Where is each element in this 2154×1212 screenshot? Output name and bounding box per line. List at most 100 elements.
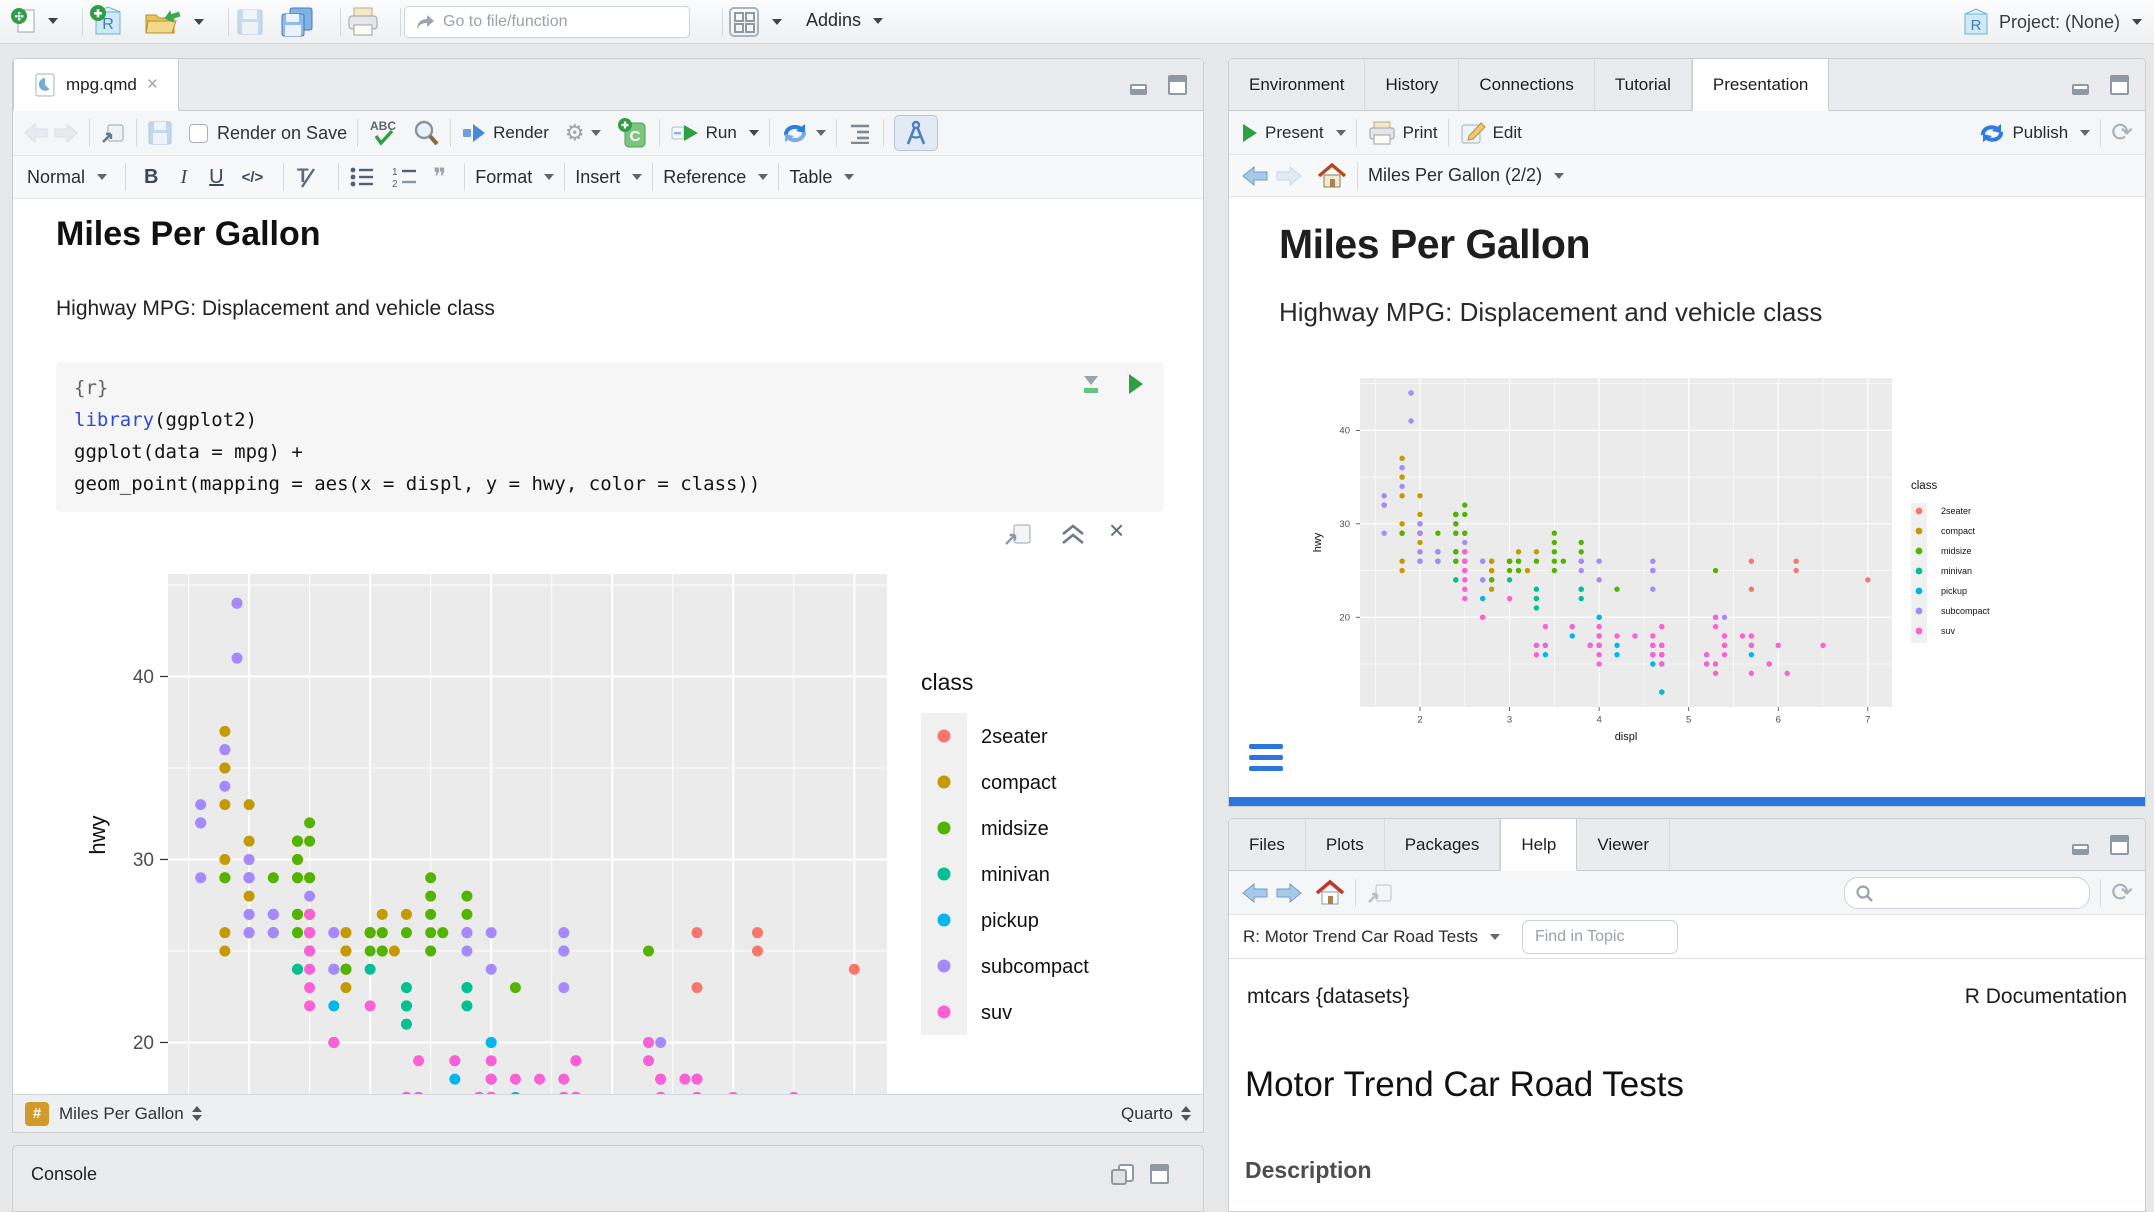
console-minimize-icon[interactable] [1109, 1162, 1135, 1186]
help-refresh-icon[interactable]: ⟳ [2111, 877, 2133, 908]
popout-icon[interactable] [100, 121, 126, 145]
publish-caret[interactable] [2080, 130, 2090, 136]
chunk-output-close-icon[interactable]: × [1109, 515, 1124, 546]
forward-icon[interactable] [53, 122, 79, 144]
italic-button[interactable]: I [180, 166, 187, 189]
goto-file-input[interactable] [443, 13, 673, 31]
slide-forward-icon[interactable] [1275, 164, 1303, 188]
tab-close-icon[interactable]: × [147, 74, 158, 96]
run-caret[interactable] [749, 130, 759, 136]
chunk-code[interactable]: library(ggplot2)ggplot(data = mpg) + geo… [74, 404, 1146, 500]
new-file-caret[interactable] [48, 18, 58, 24]
help-content[interactable]: mtcars {datasets} R Documentation Motor … [1229, 959, 2146, 1212]
publish-button[interactable]: Publish [1978, 121, 2090, 145]
help-search-input[interactable] [1879, 884, 2079, 902]
present-caret[interactable] [1336, 130, 1346, 136]
bold-button[interactable]: B [144, 166, 158, 189]
new-project-button[interactable]: R [88, 4, 128, 40]
visual-editor-toggle[interactable] [894, 115, 938, 151]
code-chunk[interactable]: {r} library(ggplot2)ggplot(data = mpg) +… [56, 362, 1164, 512]
new-file-button[interactable] [10, 6, 58, 36]
run-chunks-above-icon[interactable] [1080, 374, 1102, 396]
minimize-pane-icon[interactable] [2071, 75, 2095, 95]
table-menu[interactable]: Table [789, 167, 854, 188]
help-back-icon[interactable] [1241, 881, 1269, 905]
help-topic-menu[interactable]: R: Motor Trend Car Road Tests [1243, 927, 1500, 947]
tab-presentation[interactable]: Presentation [1692, 59, 1829, 111]
paragraph-style-menu[interactable]: Normal [27, 167, 107, 188]
minimize-pane-icon[interactable] [1129, 75, 1153, 95]
slide-back-icon[interactable] [1241, 164, 1269, 188]
render-on-save-checkbox[interactable] [189, 124, 208, 143]
insert-chunk-icon[interactable]: C [617, 117, 649, 149]
presentation-progress-bar[interactable] [1229, 797, 2145, 806]
chunk-output-collapse-icon[interactable] [1059, 523, 1087, 547]
tab-viewer[interactable]: Viewer [1577, 819, 1670, 870]
panes-layout-button[interactable] [728, 6, 782, 38]
save-all-button[interactable] [280, 6, 314, 38]
addins-menu[interactable]: Addins [806, 10, 883, 31]
statusbar-mode[interactable]: Quarto [1121, 1104, 1173, 1124]
project-menu[interactable]: R Project: (None) [1959, 5, 2142, 39]
tab-connections[interactable]: Connections [1459, 59, 1595, 110]
run-button[interactable]: Run [670, 122, 759, 144]
blockquote-button[interactable]: ❞ [433, 163, 446, 192]
back-icon[interactable] [23, 122, 49, 144]
panes-layout-caret[interactable] [772, 19, 782, 25]
console-maximize-icon[interactable] [1149, 1163, 1171, 1185]
maximize-pane-icon[interactable] [1167, 74, 1189, 96]
format-menu[interactable]: Format [475, 167, 554, 188]
help-home-icon[interactable] [1315, 879, 1345, 907]
help-search-box[interactable] [1844, 877, 2090, 909]
slide-home-icon[interactable] [1317, 162, 1347, 190]
render-settings-caret[interactable] [591, 130, 601, 136]
minimize-pane-icon[interactable] [2071, 835, 2095, 855]
code-format-button[interactable]: </> [242, 169, 264, 186]
bullet-list-icon[interactable] [349, 166, 375, 188]
find-in-topic-input[interactable] [1535, 928, 1665, 946]
console-title[interactable]: Console [31, 1164, 97, 1185]
outline-icon[interactable] [847, 122, 873, 144]
maximize-pane-icon[interactable] [2109, 74, 2131, 96]
find-replace-icon[interactable] [412, 119, 440, 147]
document-canvas[interactable]: Miles Per Gallon Highway MPG: Displaceme… [13, 199, 1204, 1096]
run-chunk-icon[interactable] [1126, 372, 1146, 396]
maximize-pane-icon[interactable] [2109, 834, 2131, 856]
help-popout-icon[interactable] [1366, 881, 1394, 905]
tab-plots[interactable]: Plots [1306, 819, 1385, 870]
tab-mpg-qmd[interactable]: mpg.qmd × [13, 59, 179, 111]
slide-location-menu[interactable]: Miles Per Gallon (2/2) [1368, 165, 1564, 186]
save-icon[interactable] [147, 120, 173, 146]
present-button[interactable]: Present [1241, 122, 1346, 144]
render-settings-gear-icon[interactable]: ⚙ [565, 120, 585, 146]
spellcheck-icon[interactable]: ABC [368, 118, 400, 148]
open-file-button[interactable] [142, 7, 204, 37]
print-presentation-button[interactable]: Print [1367, 120, 1438, 146]
statusbar-outline-item[interactable]: Miles Per Gallon [59, 1104, 184, 1124]
render-button[interactable]: Render [461, 122, 549, 144]
clear-formatting-icon[interactable]: T [294, 165, 320, 189]
tab-environment[interactable]: Environment [1229, 59, 1365, 110]
presentation-refresh-icon[interactable]: ⟳ [2111, 117, 2133, 148]
slide-menu-hamburger-icon[interactable] [1249, 744, 1283, 777]
tab-packages[interactable]: Packages [1385, 819, 1501, 870]
rerun-caret[interactable] [816, 130, 826, 136]
tab-history[interactable]: History [1365, 59, 1459, 110]
edit-presentation-button[interactable]: Edit [1459, 120, 1522, 146]
find-in-topic-box[interactable] [1522, 920, 1678, 954]
tab-tutorial[interactable]: Tutorial [1595, 59, 1692, 110]
insert-menu[interactable]: Insert [575, 167, 642, 188]
goto-file-box[interactable] [404, 6, 690, 38]
tab-files[interactable]: Files [1229, 819, 1306, 870]
chunk-output-popout-icon[interactable] [1003, 521, 1033, 547]
presentation-viewport[interactable]: Miles Per Gallon Highway MPG: Displaceme… [1229, 197, 2146, 799]
numbered-list-icon[interactable]: 12 [391, 165, 419, 189]
print-button[interactable] [346, 6, 380, 38]
mode-updown-icon[interactable] [1181, 1106, 1191, 1121]
underline-button[interactable]: U [209, 166, 223, 189]
rerun-icon[interactable] [780, 120, 810, 146]
help-forward-icon[interactable] [1275, 881, 1303, 905]
reference-menu[interactable]: Reference [663, 167, 768, 188]
save-button[interactable] [236, 8, 264, 36]
open-file-caret[interactable] [194, 19, 204, 25]
